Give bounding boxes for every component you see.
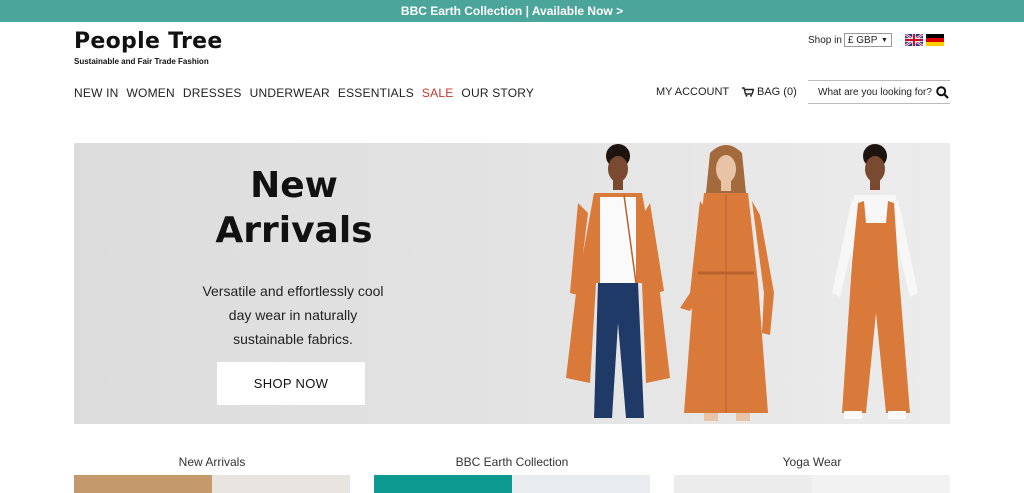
nav-item-women[interactable]: WOMEN xyxy=(127,86,175,100)
cart-icon xyxy=(742,87,754,97)
nav-item-dresses[interactable]: DRESSES xyxy=(183,86,242,100)
flag-de-icon[interactable] xyxy=(926,34,944,46)
search-icon[interactable] xyxy=(936,85,949,99)
hero-title-line2: Arrivals xyxy=(215,210,373,251)
nav-item-sale[interactable]: SALE xyxy=(422,86,454,100)
hero-title: New Arrivals xyxy=(74,163,514,253)
model-2-figure xyxy=(680,145,774,421)
chevron-down-icon: ▼ xyxy=(880,36,888,44)
category-title-bbc-earth[interactable]: BBC Earth Collection xyxy=(374,455,650,469)
flag-uk-icon[interactable] xyxy=(905,34,923,46)
currency-label: Shop in xyxy=(808,34,842,46)
nav-item-new-in[interactable]: NEW IN xyxy=(74,86,119,100)
category-image-yoga-wear[interactable] xyxy=(674,475,950,493)
nav-item-essentials[interactable]: ESSENTIALS xyxy=(338,86,414,100)
brand-name: People Tree xyxy=(74,29,223,54)
brand-tagline: Sustainable and Fair Trade Fashion xyxy=(74,57,209,66)
category-title-new-arrivals[interactable]: New Arrivals xyxy=(74,455,350,469)
currency-selector-area: Shop in £ GBP ▼ xyxy=(808,33,892,47)
bag-label: BAG (0) xyxy=(757,86,797,98)
hero-banner[interactable]: New Arrivals Versatile and effortlessly … xyxy=(74,143,950,424)
announcement-text[interactable]: BBC Earth Collection | Available Now > xyxy=(401,4,623,18)
model-1-figure xyxy=(566,144,670,418)
currency-select[interactable]: £ GBP ▼ xyxy=(843,33,892,47)
nav-item-underwear[interactable]: UNDERWEAR xyxy=(250,86,330,100)
nav-item-our-story[interactable]: OUR STORY xyxy=(461,86,534,100)
model-3-figure xyxy=(832,144,918,419)
category-image-new-arrivals[interactable] xyxy=(74,475,350,493)
my-account-link[interactable]: MY ACCOUNT xyxy=(656,86,729,98)
currency-value: £ GBP xyxy=(847,34,878,46)
hero-title-line1: New xyxy=(250,165,338,206)
announcement-bar[interactable]: BBC Earth Collection | Available Now > xyxy=(0,0,1024,22)
hero-models-image xyxy=(566,144,918,421)
main-nav: NEW IN WOMEN DRESSES UNDERWEAR ESSENTIAL… xyxy=(74,86,542,100)
category-image-bbc-earth[interactable] xyxy=(374,475,650,493)
search-input[interactable] xyxy=(818,86,934,98)
brand-logo[interactable]: People Tree Sustainable and Fair Trade F… xyxy=(74,29,223,67)
bag-link[interactable]: BAG (0) xyxy=(742,86,797,98)
search-bar xyxy=(808,80,950,104)
hero-text: Versatile and effortlessly cool day wear… xyxy=(202,283,384,347)
category-title-yoga-wear[interactable]: Yoga Wear xyxy=(674,455,950,469)
shop-now-button[interactable]: SHOP NOW xyxy=(217,362,365,405)
